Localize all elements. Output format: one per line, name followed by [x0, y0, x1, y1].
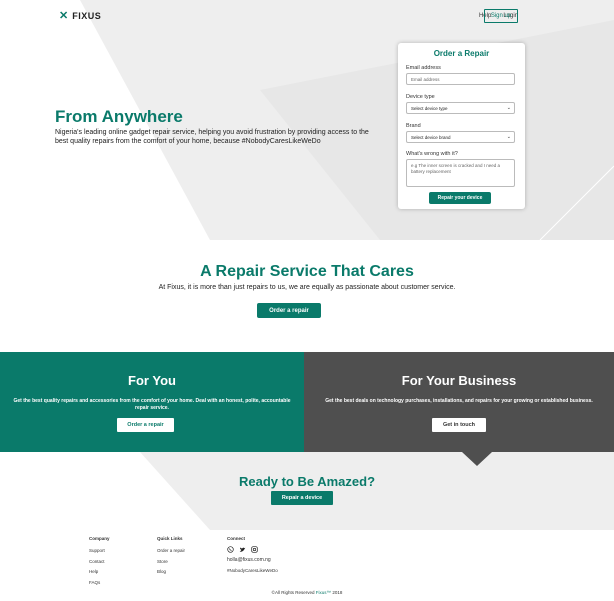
issue-textarea[interactable]: e.g The inner screen is cracked and I ne… — [406, 159, 515, 187]
footer-connect-column: Connect holla@fixus.com.ng #NobodyCaresL… — [227, 536, 278, 576]
cares-section: A Repair Service That Cares At Fixus, it… — [0, 263, 614, 291]
email-field[interactable]: Email address — [406, 73, 515, 85]
device-type-select[interactable]: Select device type ⌄ — [406, 102, 515, 114]
chevron-down-icon: ⌄ — [506, 134, 511, 140]
hero-title: From Anywhere — [55, 107, 183, 126]
copyright: ©All Rights Reserved Fixus™ 2018 — [0, 590, 614, 595]
cares-title: A Repair Service That Cares — [200, 263, 414, 280]
for-business-description: Get the best deals on technology purchas… — [325, 398, 593, 404]
email-label: Email address — [406, 65, 441, 71]
logo-text: FIXUS — [72, 11, 102, 21]
navbar: ✕ FIXUS Help Login Sign up — [0, 9, 614, 25]
copyright-brand[interactable]: Fixus™ — [316, 590, 331, 595]
signup-button[interactable]: Sign up — [484, 9, 518, 23]
hero-description: Nigeria's leading online gadget repair s… — [55, 129, 369, 145]
for-business-panel: For Your Business Get the best deals on … — [304, 352, 614, 452]
footer-email[interactable]: holla@fixus.com.ng — [227, 555, 278, 566]
brand-label: Brand — [406, 123, 421, 129]
brand-value: Select device brand — [411, 134, 451, 140]
for-you-description: Get the best quality repairs and accesso… — [13, 398, 291, 411]
amazed-title: Ready to Be Amazed? — [238, 474, 376, 489]
social-icons — [227, 546, 278, 553]
amazed-section: Ready to Be Amazed? Repair a device — [0, 452, 614, 530]
copyright-prefix: ©All Rights Reserved — [271, 590, 315, 595]
footer-link-order-repair[interactable]: Order a repair — [157, 546, 185, 557]
order-repair-form: Order a Repair Email address Email addre… — [398, 43, 525, 209]
device-type-value: Select device type — [411, 105, 448, 111]
footer-link-faqs[interactable]: FAQs — [89, 578, 110, 589]
issue-label: What's wrong with it? — [406, 151, 458, 157]
footer-connect-heading: Connect — [227, 536, 245, 541]
copyright-year: 2018 — [332, 590, 343, 595]
footer-link-support[interactable]: Support — [89, 546, 110, 557]
whatsapp-icon[interactable] — [227, 546, 234, 553]
footer: Company Support Contact Help FAQs Quick … — [0, 530, 614, 601]
twitter-icon[interactable] — [239, 546, 246, 553]
repair-device-cta-button[interactable]: Repair a device — [271, 491, 333, 505]
footer-quick-links-column: Quick Links Order a repair Store Blog — [157, 536, 185, 578]
form-title: Order a Repair — [433, 49, 490, 58]
instagram-icon[interactable] — [251, 546, 258, 553]
chevron-down-icon: ⌄ — [506, 105, 511, 111]
hero-text: From Anywhere Nigeria's leading online g… — [55, 107, 375, 146]
logo-x-icon: ✕ — [59, 10, 69, 22]
for-business-title: For Your Business — [401, 373, 517, 388]
footer-link-contact[interactable]: Contact — [89, 557, 110, 568]
footer-quick-heading: Quick Links — [157, 536, 183, 541]
footer-company-column: Company Support Contact Help FAQs — [89, 536, 110, 588]
cares-description: At Fixus, it is more than just repairs t… — [158, 284, 456, 291]
for-you-panel: For You Get the best quality repairs and… — [0, 352, 304, 452]
footer-hashtag: #NobodyCaresLikeWeDo — [227, 567, 278, 573]
footer-link-store[interactable]: Store — [157, 557, 185, 568]
logo[interactable]: ✕ FIXUS — [59, 10, 101, 22]
brand-select[interactable]: Select device brand ⌄ — [406, 131, 515, 143]
footer-company-heading: Company — [89, 536, 110, 541]
repair-device-button[interactable]: Repair your device — [429, 192, 491, 204]
get-in-touch-button[interactable]: Get in touch — [432, 418, 486, 432]
footer-link-help[interactable]: Help — [89, 567, 110, 578]
device-type-label: Device type — [406, 94, 435, 100]
footer-link-blog[interactable]: Blog — [157, 567, 185, 578]
order-repair-button[interactable]: Order a repair — [257, 303, 321, 318]
for-you-order-button[interactable]: Order a repair — [117, 418, 174, 432]
for-you-title: For You — [128, 373, 176, 388]
